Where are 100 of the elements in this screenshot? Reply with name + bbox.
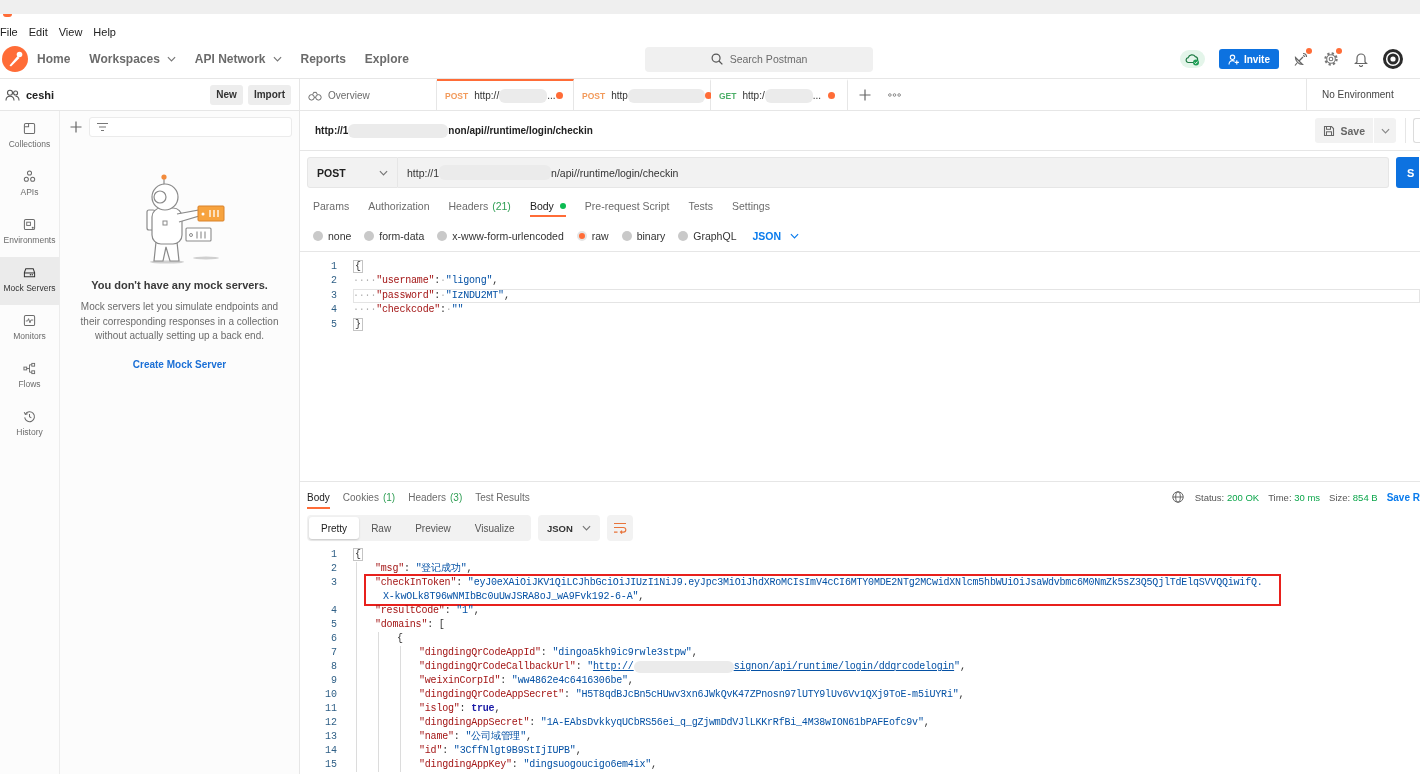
code-link[interactable]: signon/api/runtime/login/ddqrcodelogin — [733, 661, 955, 672]
line-number: 4 — [330, 604, 337, 618]
save-button[interactable]: Save — [1315, 118, 1373, 143]
code-line: "islog": true, — [419, 702, 501, 716]
line-number: 11 — [324, 702, 337, 716]
environment-selector[interactable]: No Environment — [1306, 79, 1420, 110]
body-type-option[interactable]: binary — [621, 229, 666, 242]
sidebar-item[interactable]: Environments — [0, 209, 59, 257]
view-option[interactable]: Preview — [403, 517, 463, 539]
request-section-tab[interactable]: Tests — [688, 195, 713, 217]
line-number: 4 — [330, 303, 337, 318]
more-icon[interactable] — [888, 92, 901, 97]
save-options-button[interactable] — [1374, 118, 1396, 143]
request-section-tab[interactable]: Body — [529, 195, 566, 217]
invite-button[interactable]: Invite — [1218, 49, 1279, 69]
request-section-tab[interactable]: Params — [313, 195, 350, 217]
code-line: "weixinCorpId": "ww4862e4c6416306be", — [419, 674, 634, 688]
satellite-dish-icon[interactable] — [1293, 51, 1309, 67]
sidebar-item[interactable]: Flows — [0, 353, 59, 401]
create-mock-server-link[interactable]: Create Mock Server — [132, 357, 227, 371]
code-line: "dingdingAppKey": "dingsuogoucigo6em4ix", — [419, 758, 657, 772]
globe-icon[interactable] — [1171, 491, 1184, 503]
filter-icon — [96, 122, 109, 132]
code-line: "id": "3CffNlgt9B9StIjIUPB", — [419, 744, 582, 758]
screen-icon — [23, 218, 36, 231]
line-number: 3 — [330, 288, 337, 303]
binoculars-icon — [308, 90, 322, 101]
code-line: "checkInToken": "eyJ0eXAiOiJKV1QiLCJhbGciOiJIUzI1NiJ9.eyJpc3MiOiJhdXRoMCIsImV4cCI6MTY0MDE2NTg2MCwidXNlcm5hbWUiOiJsaWdvbmc6M0NmZk5sZ3Q5QjlTdElqSVVQQiwifQ. — [375, 576, 1263, 590]
code-line: "dingdingQrCodeAppSecret": "H5T8qdBJcBn5cHUwv3xn6JWkQvK47ZPnosn97lUTY9lUv6Vv1QXj9ToE-m5iUYRi", — [419, 688, 965, 702]
method-label: POST — [445, 90, 469, 101]
sidebar-item[interactable]: History — [0, 401, 59, 449]
wrap-lines-icon — [613, 522, 627, 534]
code-line: ····"checkcode":·"" — [353, 303, 464, 318]
menu-item[interactable]: Edit — [28, 25, 48, 39]
request-section-tab[interactable]: Headers (21) — [448, 195, 511, 217]
sidebar-item[interactable]: APIs — [0, 161, 59, 209]
add-user-icon — [1227, 53, 1239, 65]
settings-icon[interactable] — [1323, 51, 1339, 67]
filter-field[interactable] — [89, 117, 292, 137]
avatar-icon[interactable] — [1383, 49, 1403, 69]
history-icon — [23, 410, 36, 423]
response-tab[interactable]: Test Results — [475, 487, 530, 509]
sidebar-item[interactable]: Mock Servers — [0, 257, 59, 305]
body-type-option[interactable]: form-data — [364, 229, 425, 242]
app-logo-icon — [3, 14, 12, 17]
request-section-tab[interactable]: Authorization — [368, 195, 430, 217]
send-button[interactable]: S — [1396, 157, 1419, 188]
response-tab[interactable]: Cookies (1) — [342, 487, 396, 509]
code-link[interactable]: http:// — [593, 661, 634, 672]
line-number: 15 — [324, 758, 337, 772]
menu-item[interactable]: View — [58, 25, 83, 39]
body-type-option[interactable]: GraphQL — [678, 229, 737, 242]
method-select[interactable]: POST — [307, 157, 398, 188]
wrap-button[interactable] — [607, 515, 633, 541]
save-response-link[interactable]: Save R — [1386, 491, 1420, 503]
request-title: non/api//runtime/login/checkin — [448, 125, 593, 136]
folder-icon — [23, 122, 36, 135]
caret-icon — [790, 232, 800, 239]
body-type-option[interactable]: raw — [576, 229, 609, 242]
empty-state-description: Mock servers let you simulate endpoints and their corresponding responses in a collection without actually setting up a back end. — [79, 300, 280, 343]
request-section-tab[interactable]: Pre-request Script — [584, 195, 670, 217]
view-option[interactable]: Pretty — [309, 517, 360, 539]
empty-state-title: You don't have any mock servers. — [91, 279, 268, 292]
search-icon — [710, 53, 723, 65]
request-section-tab[interactable]: Settings — [731, 195, 770, 217]
response-tab[interactable]: Body — [307, 487, 330, 509]
view-option[interactable]: Visualize — [462, 517, 527, 539]
workspace-action-button[interactable]: New — [210, 84, 243, 105]
nav-link[interactable]: Workspaces — [89, 52, 176, 66]
nav-link[interactable]: Home — [37, 52, 71, 66]
plus-icon[interactable] — [859, 88, 871, 101]
line-number: 14 — [324, 744, 337, 758]
bell-icon[interactable] — [1353, 51, 1369, 67]
view-option[interactable]: Raw — [359, 517, 404, 539]
body-type-option[interactable]: none — [313, 229, 352, 242]
nav-link[interactable]: API Network — [194, 52, 282, 66]
workspace-action-button[interactable]: Import — [247, 84, 291, 105]
line-number: 5 — [330, 317, 337, 332]
sidebar-item[interactable]: Collections — [0, 113, 59, 161]
status-text: Size: 854 B — [1329, 491, 1378, 503]
menu-item[interactable]: File — [0, 25, 18, 39]
plus-icon[interactable] — [70, 121, 82, 133]
sidebar-item[interactable]: Monitors — [0, 305, 59, 353]
line-number: 7 — [330, 646, 337, 660]
request-tab[interactable]: POST http:// ... — [437, 79, 574, 110]
format-dropdown[interactable]: JSON — [538, 515, 600, 541]
line-number: 5 — [330, 618, 337, 632]
response-tab[interactable]: Headers (3) — [408, 487, 463, 509]
code-line: "dingdingQrCodeAppId": "dingoa5kh9ic9rwle3stpw", — [419, 646, 698, 660]
request-tab[interactable]: GET http:/ ... — [711, 79, 848, 110]
search-field[interactable]: Search Postman — [645, 46, 873, 72]
cloud-check-icon[interactable] — [1179, 50, 1205, 68]
logo-icon[interactable] — [2, 46, 28, 72]
language-dropdown[interactable]: JSON — [752, 229, 800, 242]
nav-link[interactable]: Explore — [364, 52, 409, 66]
url-field[interactable]: http://1 n/api//runtime/login/checkin — [398, 157, 1389, 188]
body-type-option[interactable]: x-www-form-urlencoded — [437, 229, 564, 242]
menu-item[interactable]: Help — [93, 25, 116, 39]
line-number: 3 — [330, 576, 337, 590]
nav-link[interactable]: Reports — [300, 52, 346, 66]
